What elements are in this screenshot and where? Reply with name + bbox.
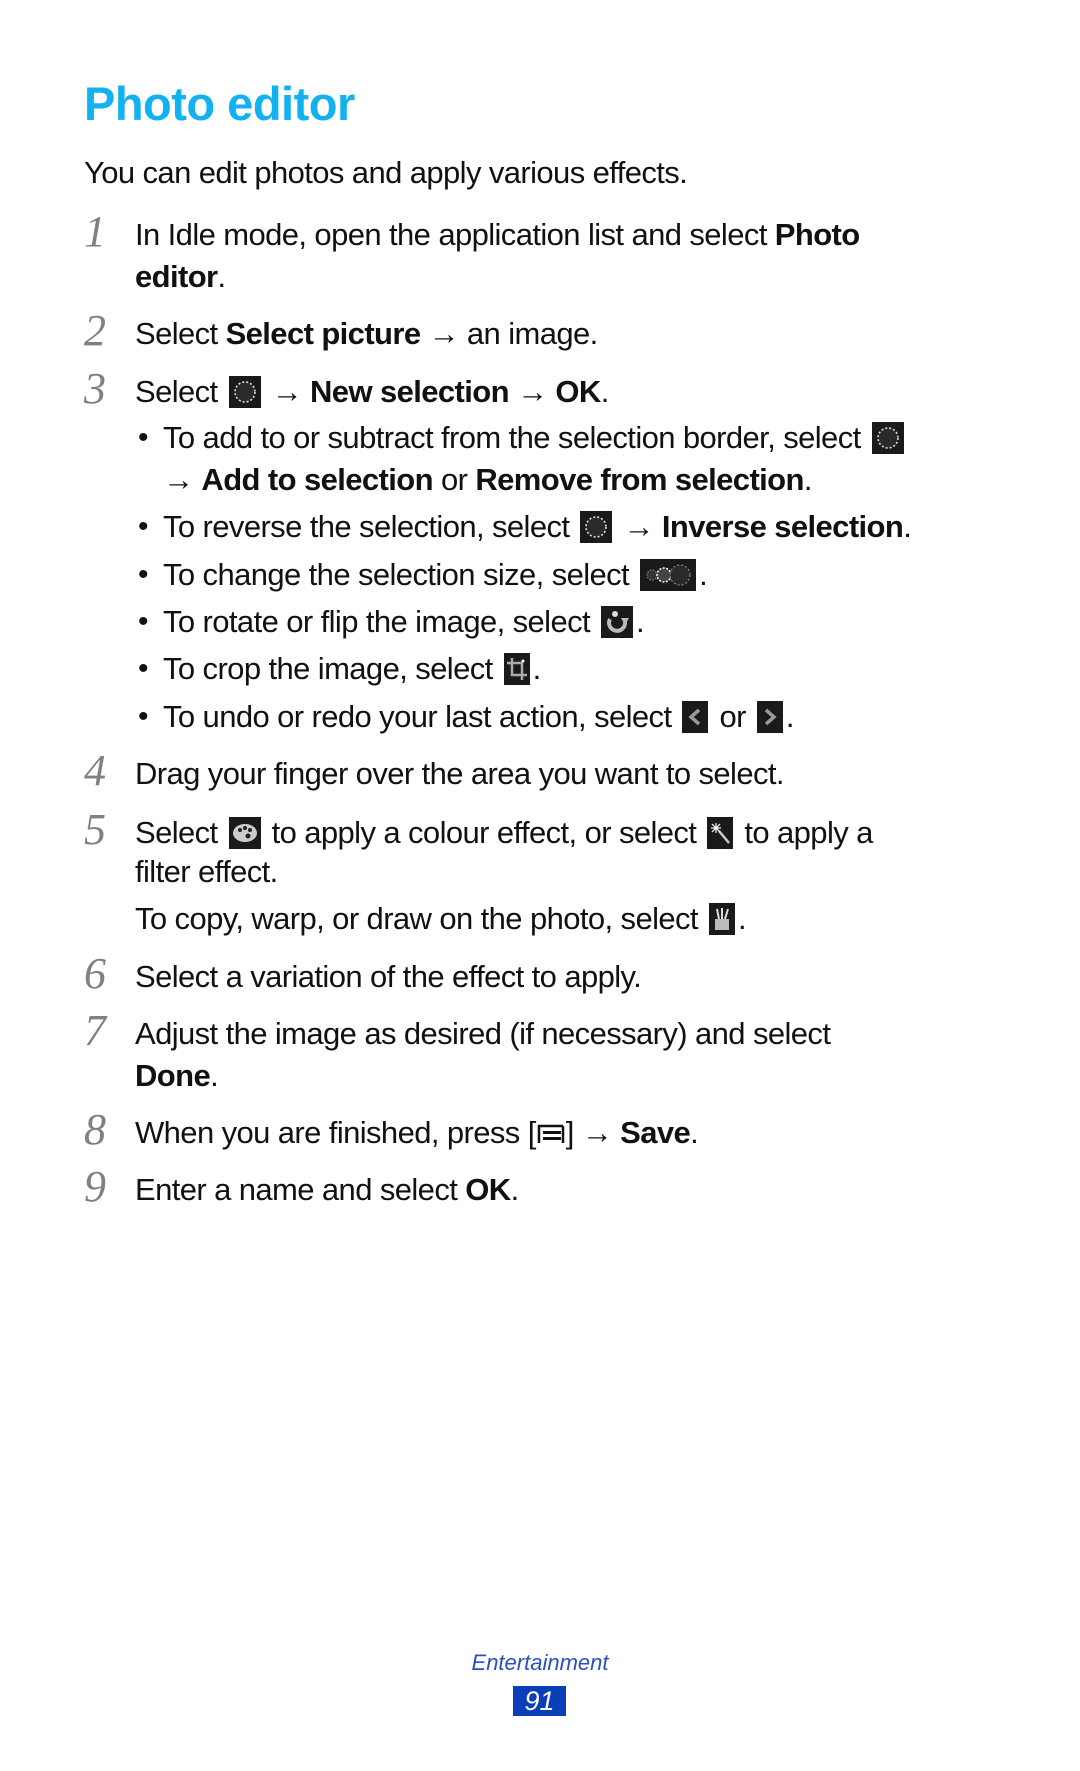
rotate-icon — [601, 606, 634, 638]
bullet-text: To rotate or flip the image, select — [163, 604, 599, 639]
step-3-line: Select → New selection → OK. — [135, 372, 609, 412]
magic-wand-icon — [707, 817, 734, 849]
intro-text: You can edit photos and apply various ef… — [84, 155, 688, 190]
bullet-text: To change the selection size, select — [163, 557, 638, 592]
bullet-dot: • — [138, 700, 149, 733]
menu-key-icon — [536, 1115, 566, 1143]
step-number: 6 — [84, 949, 106, 998]
step-text: Select — [135, 815, 226, 850]
bullet-text: To undo or redo your last action, select — [163, 699, 680, 734]
bullet-4-line: To rotate or flip the image, select . — [163, 602, 645, 642]
step-bold-text: Photo — [774, 217, 860, 252]
step-text: to apply a colour effect, or select — [263, 815, 705, 850]
bullet-text: → — [163, 462, 202, 497]
step-4-line: Drag your finger over the area you want … — [135, 756, 785, 791]
bullet-dot: • — [138, 510, 149, 543]
bullet-text: . — [636, 604, 645, 639]
step-number: 4 — [84, 746, 106, 795]
step-2-line: Select Select picture → an image. — [135, 314, 598, 354]
redo-icon[interactable] — [756, 701, 783, 733]
bullet-6-line: To undo or redo your last action, select… — [163, 697, 794, 737]
bullet-text: or — [432, 462, 476, 497]
step-text: . — [690, 1115, 699, 1150]
step-bold-text: Save — [620, 1115, 691, 1150]
bullet-bold-text: Remove from selection — [475, 462, 804, 497]
bullet-text: or — [711, 699, 754, 734]
step-1-line-2: editor. — [135, 257, 226, 297]
step-text: → an image. — [420, 316, 598, 351]
step-number: 2 — [84, 306, 106, 355]
step-6-line: Select a variation of the effect to appl… — [135, 959, 642, 994]
step-text: . — [737, 901, 747, 936]
bullet-text: To crop the image, select — [163, 651, 501, 686]
page-number: 91 — [513, 1686, 566, 1716]
bullet-2-line: To reverse the selection, select → Inver… — [163, 507, 912, 547]
step-text: → — [263, 374, 311, 409]
step-number: 7 — [84, 1006, 106, 1055]
bullet-text: → — [615, 509, 662, 544]
step-text: When you are finished, press [ — [135, 1115, 536, 1150]
bullet-dot: • — [138, 652, 149, 685]
step-text: → — [508, 374, 556, 409]
step-bold-text: Select picture — [225, 316, 422, 351]
step-text: ] → — [565, 1115, 621, 1150]
step-number: 5 — [84, 805, 106, 854]
bullet-bold-text: Inverse selection — [661, 509, 904, 544]
bullet-1-line-1: To add to or subtract from the selection… — [163, 418, 907, 458]
bullet-text: . — [803, 462, 813, 497]
bullet-text: . — [903, 509, 912, 544]
tools-icon — [708, 903, 735, 935]
step-text: . — [210, 1058, 219, 1093]
selection-size-icon — [640, 559, 697, 591]
step-9-line: Enter a name and select OK. — [135, 1170, 519, 1210]
step-text: to apply a — [736, 815, 873, 850]
selection-icon — [228, 376, 261, 408]
step-bold-text: Done — [135, 1058, 211, 1093]
undo-icon[interactable] — [682, 701, 709, 733]
bullet-bold-text: Add to selection — [201, 462, 433, 497]
step-bold-text: editor — [135, 259, 218, 294]
selection-icon — [580, 511, 613, 543]
step-text: . — [217, 259, 227, 294]
palette-icon — [228, 817, 261, 849]
bullet-text: To reverse the selection, select — [163, 509, 578, 544]
step-5-line-1: Select to apply a colour effect, or sele… — [135, 813, 873, 853]
step-7-line-1: Adjust the image as desired (if necessar… — [135, 1016, 831, 1051]
selection-icon — [871, 422, 904, 454]
section-label: Entertainment — [471, 1650, 609, 1675]
step-text: Select — [135, 316, 226, 351]
step-text: To copy, warp, or draw on the photo, sel… — [135, 901, 706, 936]
step-bold-text: OK — [465, 1172, 511, 1207]
step-text: Enter a name and select — [135, 1172, 466, 1207]
page-title: Photo editor — [84, 77, 355, 130]
bullet-dot: • — [138, 558, 149, 591]
step-text: . — [510, 1172, 520, 1207]
step-bold-text: New selection — [310, 374, 510, 409]
step-text: . — [600, 374, 610, 409]
bullet-1-line-2: → Add to selection or Remove from select… — [163, 460, 812, 500]
step-number: 3 — [84, 364, 106, 413]
bullet-dot: • — [138, 421, 149, 454]
bullet-text: To add to or subtract from the selection… — [163, 420, 869, 455]
bullet-5-line: To crop the image, select . — [163, 649, 541, 689]
step-bold-text: OK — [555, 374, 601, 409]
bullet-text: . — [699, 557, 708, 592]
bullet-dot: • — [138, 605, 149, 638]
crop-icon — [503, 653, 530, 685]
step-number: 1 — [84, 207, 106, 256]
step-text: In Idle mode, open the application list … — [135, 217, 775, 252]
step-7-line-2: Done. — [135, 1056, 219, 1096]
step-1-line-1: In Idle mode, open the application list … — [135, 215, 860, 255]
step-5-line-2: filter effect. — [135, 854, 278, 889]
step-8-line: When you are finished, press [ ] → Save. — [135, 1113, 699, 1153]
step-number: 9 — [84, 1162, 106, 1211]
bullet-3-line: To change the selection size, select . — [163, 555, 708, 595]
step-text: Select — [135, 374, 226, 409]
bullet-text: . — [532, 651, 542, 686]
step-5-line-3: To copy, warp, or draw on the photo, sel… — [135, 899, 747, 939]
step-number: 8 — [84, 1105, 106, 1154]
bullet-text: . — [785, 699, 795, 734]
